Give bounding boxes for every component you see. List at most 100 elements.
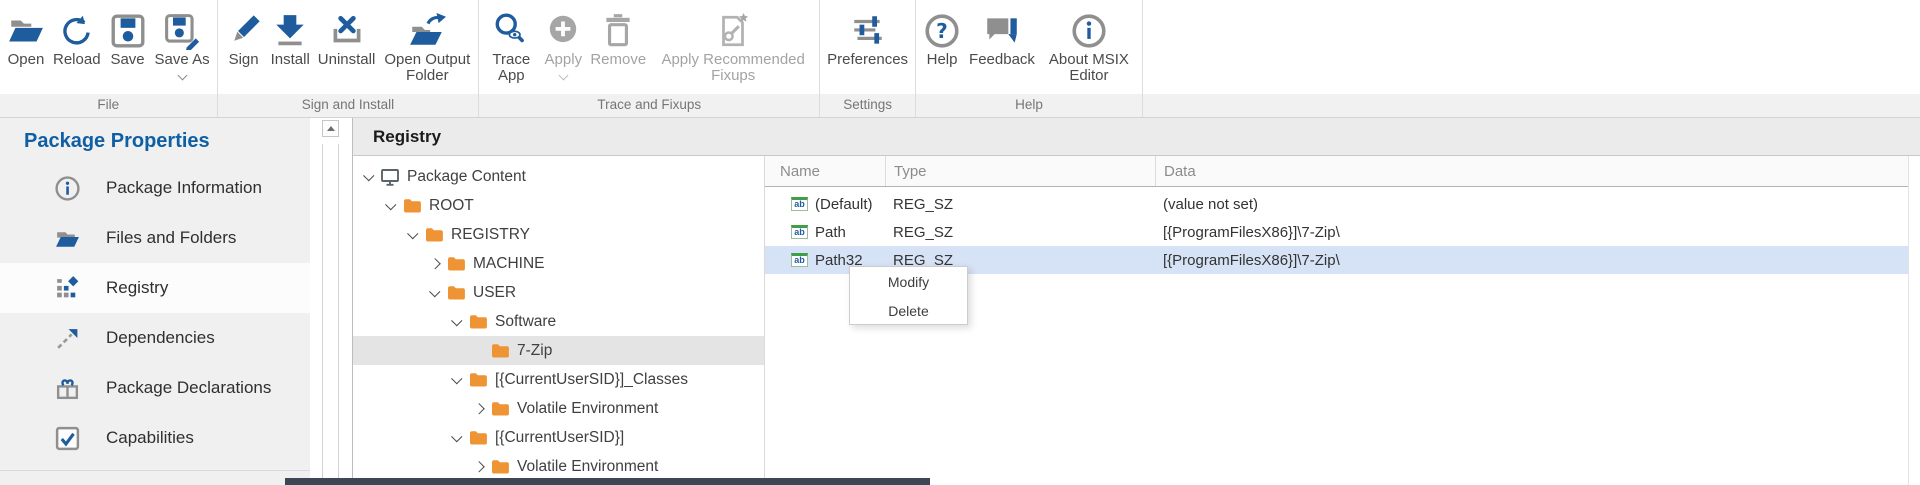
- tree-node-package-content[interactable]: Package Content: [353, 162, 764, 191]
- scrollbar-track[interactable]: [322, 144, 339, 485]
- chevron-down-icon[interactable]: [359, 173, 379, 181]
- value-type: REG_SZ: [885, 224, 1155, 241]
- context-menu: Modify Delete: [849, 266, 968, 325]
- ribbon-group-trace-fixups: Trace App Apply Remove Apply Recommended…: [479, 0, 820, 117]
- apply-button[interactable]: Apply: [540, 8, 586, 81]
- sidebar-item-capabilities[interactable]: Capabilities: [0, 413, 310, 463]
- tree-node-label[interactable]: USER: [473, 284, 516, 302]
- chevron-down-icon[interactable]: [447, 318, 467, 326]
- chevron-down-icon[interactable]: [381, 202, 401, 210]
- string-value-icon: ab: [791, 225, 808, 239]
- string-value-icon: ab: [791, 253, 808, 267]
- tree-node-registry[interactable]: REGISTRY: [353, 220, 764, 249]
- trace-app-label: Trace App: [486, 52, 536, 84]
- tree-node-volatile-environment-2[interactable]: Volatile Environment: [353, 452, 764, 481]
- table-scrollbar-gutter[interactable]: [1908, 156, 1920, 485]
- table-body: ab (Default) REG_SZ (value not set) ab P…: [765, 187, 1908, 274]
- value-name: (Default): [815, 196, 873, 213]
- preferences-button[interactable]: Preferences: [823, 8, 912, 70]
- tree-node-7zip[interactable]: 7-Zip: [353, 336, 764, 365]
- chevron-down-icon[interactable]: [447, 434, 467, 442]
- install-button[interactable]: Install: [267, 8, 314, 70]
- tree-node-label[interactable]: ROOT: [429, 197, 474, 215]
- ribbon-group-file-label: File: [0, 94, 217, 117]
- tree-node-label[interactable]: Volatile Environment: [517, 400, 658, 418]
- chevron-right-icon[interactable]: [425, 260, 445, 268]
- ribbon-group-help: ? Help Feedback About MSIX Editor Help: [916, 0, 1143, 117]
- tree-node-user[interactable]: USER: [353, 278, 764, 307]
- apply-recommended-fixups-label: Apply Recommended Fixups: [654, 52, 812, 84]
- column-header-name[interactable]: Name: [765, 156, 885, 186]
- tree-node-machine[interactable]: MACHINE: [353, 249, 764, 278]
- tree-node-label[interactable]: 7-Zip: [517, 342, 552, 360]
- svg-text:?: ?: [936, 19, 948, 43]
- about-msix-editor-label: About MSIX Editor: [1043, 52, 1135, 84]
- tree-node-label[interactable]: [{CurrentUserSID}]: [495, 429, 624, 447]
- table-row-path[interactable]: ab Path REG_SZ [{ProgramFilesX86}]\7-Zip…: [765, 218, 1908, 246]
- table-row-default[interactable]: ab (Default) REG_SZ (value not set): [765, 190, 1908, 218]
- folder-icon: [445, 256, 467, 271]
- sign-button[interactable]: Sign: [221, 8, 267, 70]
- tree-node-label[interactable]: Software: [495, 313, 556, 331]
- tree-node-label[interactable]: MACHINE: [473, 255, 544, 273]
- files-folders-icon: [52, 225, 82, 252]
- chevron-right-icon[interactable]: [469, 463, 489, 471]
- tree-node-currentusersid[interactable]: [{CurrentUserSID}]: [353, 423, 764, 452]
- apply-recommended-fixups-button[interactable]: Apply Recommended Fixups: [650, 8, 816, 86]
- info-icon: [52, 175, 82, 202]
- tree-node-root[interactable]: ROOT: [353, 191, 764, 220]
- tree-node-currentusersid-classes[interactable]: [{CurrentUserSID}]_Classes: [353, 365, 764, 394]
- sidebar-scrollbar[interactable]: [322, 120, 339, 485]
- apply-label: Apply: [545, 52, 583, 68]
- context-menu-item-delete[interactable]: Delete: [850, 296, 967, 325]
- reload-button[interactable]: Reload: [49, 8, 105, 70]
- chevron-down-icon[interactable]: [447, 376, 467, 384]
- scrollbar-up-button[interactable]: [322, 120, 339, 137]
- sidebar-item-package-information[interactable]: Package Information: [0, 163, 310, 213]
- open-button[interactable]: Open: [3, 8, 49, 70]
- column-header-type[interactable]: Type: [885, 156, 1155, 186]
- tree-node-label[interactable]: REGISTRY: [451, 226, 530, 244]
- sidebar-item-files-and-folders[interactable]: Files and Folders: [0, 213, 310, 263]
- computer-icon: [379, 167, 401, 187]
- about-msix-editor-button[interactable]: About MSIX Editor: [1039, 8, 1139, 86]
- fixups-document-icon: [714, 10, 752, 52]
- ribbon-group-file: Open Reload Save Save As File: [0, 0, 218, 117]
- trace-app-magnifier-icon: [492, 10, 530, 52]
- trace-app-button[interactable]: Trace App: [482, 8, 540, 86]
- sidebar-item-registry[interactable]: Registry: [0, 263, 310, 313]
- feedback-button[interactable]: Feedback: [965, 8, 1039, 70]
- uninstall-button[interactable]: Uninstall: [314, 8, 380, 70]
- tree-node-label[interactable]: [{CurrentUserSID}]_Classes: [495, 371, 688, 389]
- save-as-label: Save As: [155, 52, 210, 68]
- save-as-icon: [163, 10, 201, 52]
- chevron-down-icon[interactable]: [403, 231, 423, 239]
- save-as-dropdown-chevron-icon[interactable]: [177, 71, 187, 81]
- open-output-folder-button[interactable]: Open Output Folder: [379, 8, 475, 86]
- help-button[interactable]: ? Help: [919, 8, 965, 70]
- preferences-sliders-icon: [849, 10, 887, 52]
- column-header-data[interactable]: Data: [1155, 156, 1908, 186]
- tree-node-label[interactable]: Package Content: [407, 168, 526, 186]
- package-properties-sidebar: Package Properties Package Information F…: [0, 118, 310, 485]
- msix-editor-window: { "ribbon": { "groups": [ { "label": "Fi…: [0, 0, 1920, 485]
- folder-icon: [445, 285, 467, 300]
- help-question-icon: ?: [923, 10, 961, 52]
- context-menu-item-modify[interactable]: Modify: [850, 267, 967, 296]
- save-button[interactable]: Save: [105, 8, 151, 70]
- save-as-button[interactable]: Save As: [151, 8, 214, 81]
- preferences-label: Preferences: [827, 52, 908, 68]
- folder-icon: [401, 198, 423, 213]
- about-info-icon: [1070, 10, 1108, 52]
- tree-node-volatile-environment-1[interactable]: Volatile Environment: [353, 394, 764, 423]
- tree-node-label[interactable]: Volatile Environment: [517, 458, 658, 476]
- apply-dropdown-chevron-icon[interactable]: [558, 71, 568, 81]
- chevron-down-icon[interactable]: [425, 289, 445, 297]
- sidebar-item-package-declarations[interactable]: Package Declarations: [0, 363, 310, 413]
- remove-button[interactable]: Remove: [586, 8, 650, 70]
- value-type: REG_SZ: [885, 196, 1155, 213]
- chevron-right-icon[interactable]: [469, 405, 489, 413]
- sidebar-item-dependencies[interactable]: Dependencies: [0, 313, 310, 363]
- tree-node-software[interactable]: Software: [353, 307, 764, 336]
- bottom-clipped-bar: [285, 478, 930, 485]
